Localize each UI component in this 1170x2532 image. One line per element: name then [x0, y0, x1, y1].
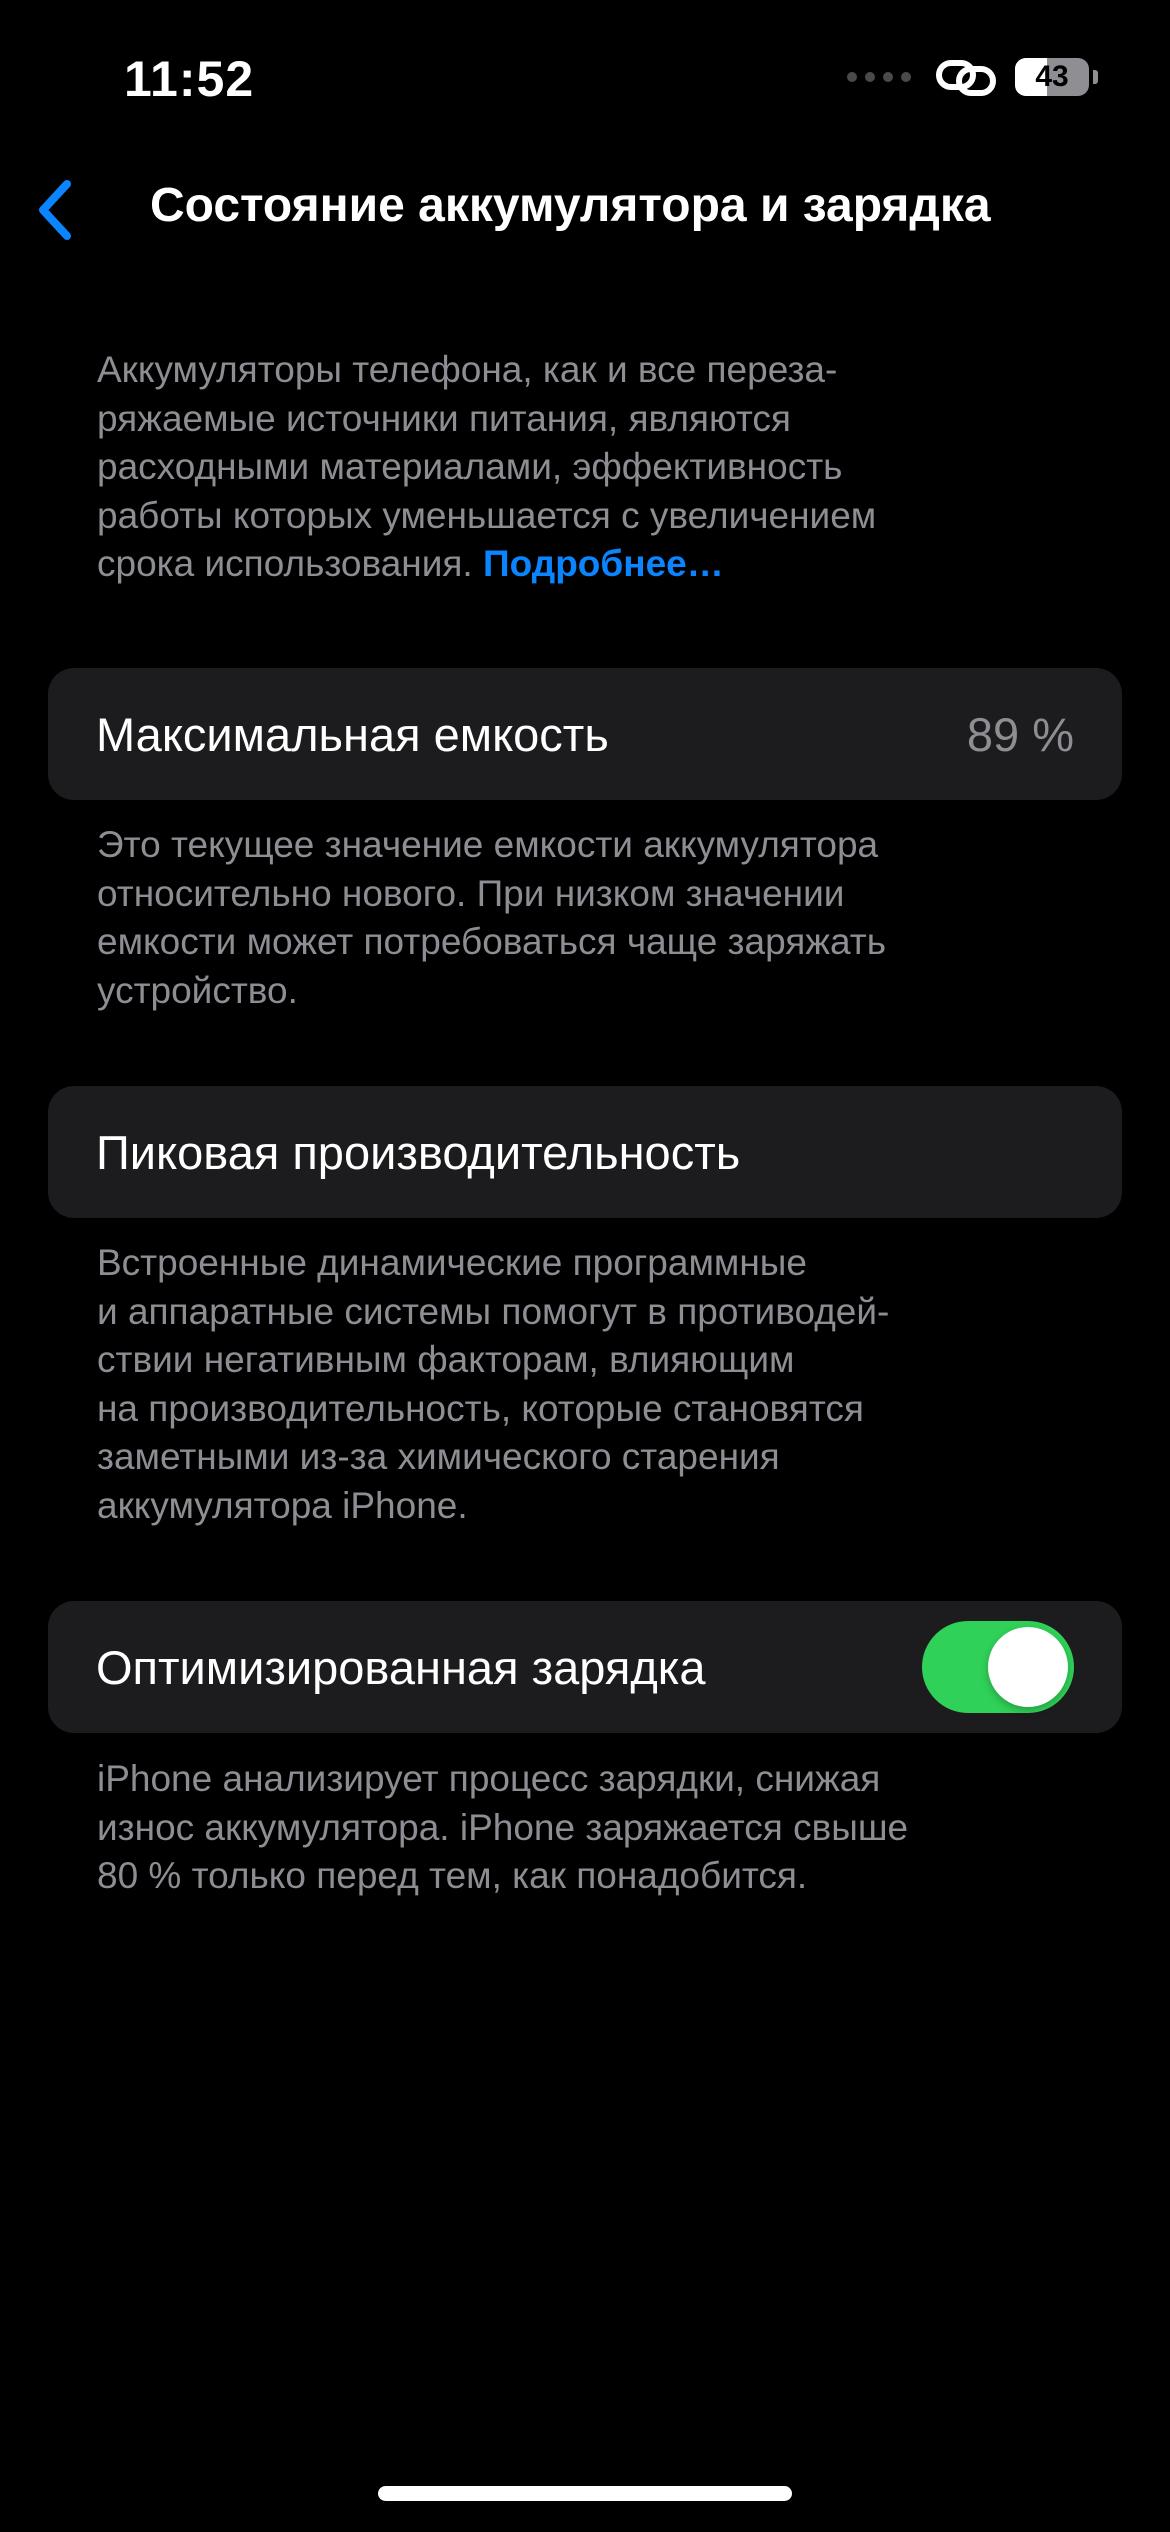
optimized-charging-row: Оптимизированная зарядка	[48, 1601, 1122, 1733]
optimized-charging-toggle[interactable]	[922, 1621, 1074, 1713]
home-indicator[interactable]	[378, 2486, 792, 2501]
page-title: Состояние аккумулятора и зарядка	[150, 179, 991, 232]
max-capacity-row: Максимальная емкость 89 %	[48, 668, 1122, 800]
status-time: 11:52	[124, 51, 255, 107]
intro-description: Аккумуляторы телефона, как и все переза-…	[97, 346, 1057, 589]
battery-tip	[1093, 70, 1098, 84]
back-button[interactable]	[20, 170, 90, 250]
battery-level: 43	[1035, 60, 1069, 93]
max-capacity-description: Это текущее значение емкости аккумулятор…	[97, 824, 887, 1011]
learn-more-link[interactable]: Подробнее…	[483, 543, 724, 584]
link-icon	[935, 57, 997, 97]
status-icons: 43	[847, 52, 1098, 102]
max-capacity-value: 89 %	[966, 707, 1074, 761]
signal-dots-icon	[847, 72, 911, 82]
peak-performance-row: Пиковая производительность	[48, 1086, 1122, 1218]
max-capacity-label: Максимальная емкость	[96, 707, 609, 761]
battery-icon: 43	[1015, 58, 1089, 96]
peak-performance-description: Встроенные динамические программные и ап…	[97, 1242, 890, 1526]
status-bar: 11:52 43	[0, 0, 1170, 150]
toggle-knob	[988, 1627, 1068, 1707]
peak-performance-label: Пиковая производительность	[96, 1125, 741, 1179]
optimized-charging-label: Оптимизированная зарядка	[96, 1640, 706, 1694]
optimized-charging-description: iPhone анализирует процесс зарядки, сниж…	[97, 1758, 909, 1896]
chevron-left-icon	[39, 180, 71, 240]
